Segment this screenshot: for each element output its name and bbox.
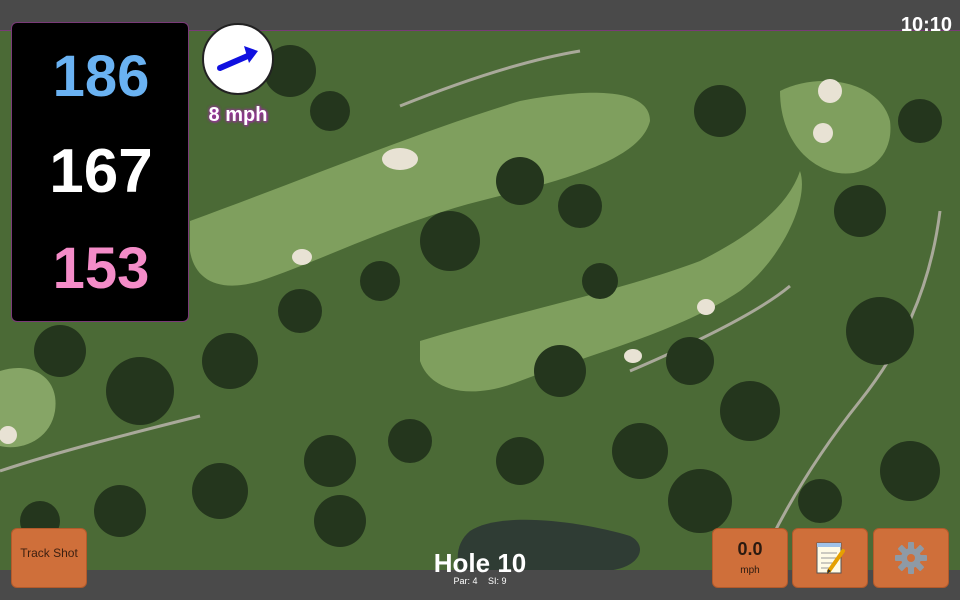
gear-icon	[895, 542, 927, 574]
hole-par: Par: 4	[453, 576, 478, 586]
notepad-icon	[816, 542, 845, 574]
hole-info: Par: 4 SI: 9	[380, 576, 580, 586]
middle-distance: 167	[49, 137, 153, 206]
arrow-up-right-icon	[217, 46, 258, 71]
settings-button[interactable]	[873, 528, 949, 588]
hole-si: SI: 9	[488, 576, 507, 586]
notes-button[interactable]	[792, 528, 868, 588]
front-distance: 153	[52, 236, 150, 301]
back-distance: 186	[52, 44, 150, 109]
wind-speed-label: 8 mph	[208, 104, 268, 126]
clock-time: 10:10	[900, 14, 952, 36]
wind-direction-indicator	[202, 23, 274, 95]
wind-speed-unit: mph	[740, 565, 760, 576]
wind-speed-button[interactable]: 0.0 mph	[712, 528, 788, 588]
hole-title: Hole 10	[433, 548, 527, 578]
distance-panel: 186 167 153	[11, 22, 189, 322]
track-shot-button[interactable]: Track Shot	[11, 528, 87, 588]
wind-speed-value: 0.0	[737, 539, 763, 559]
